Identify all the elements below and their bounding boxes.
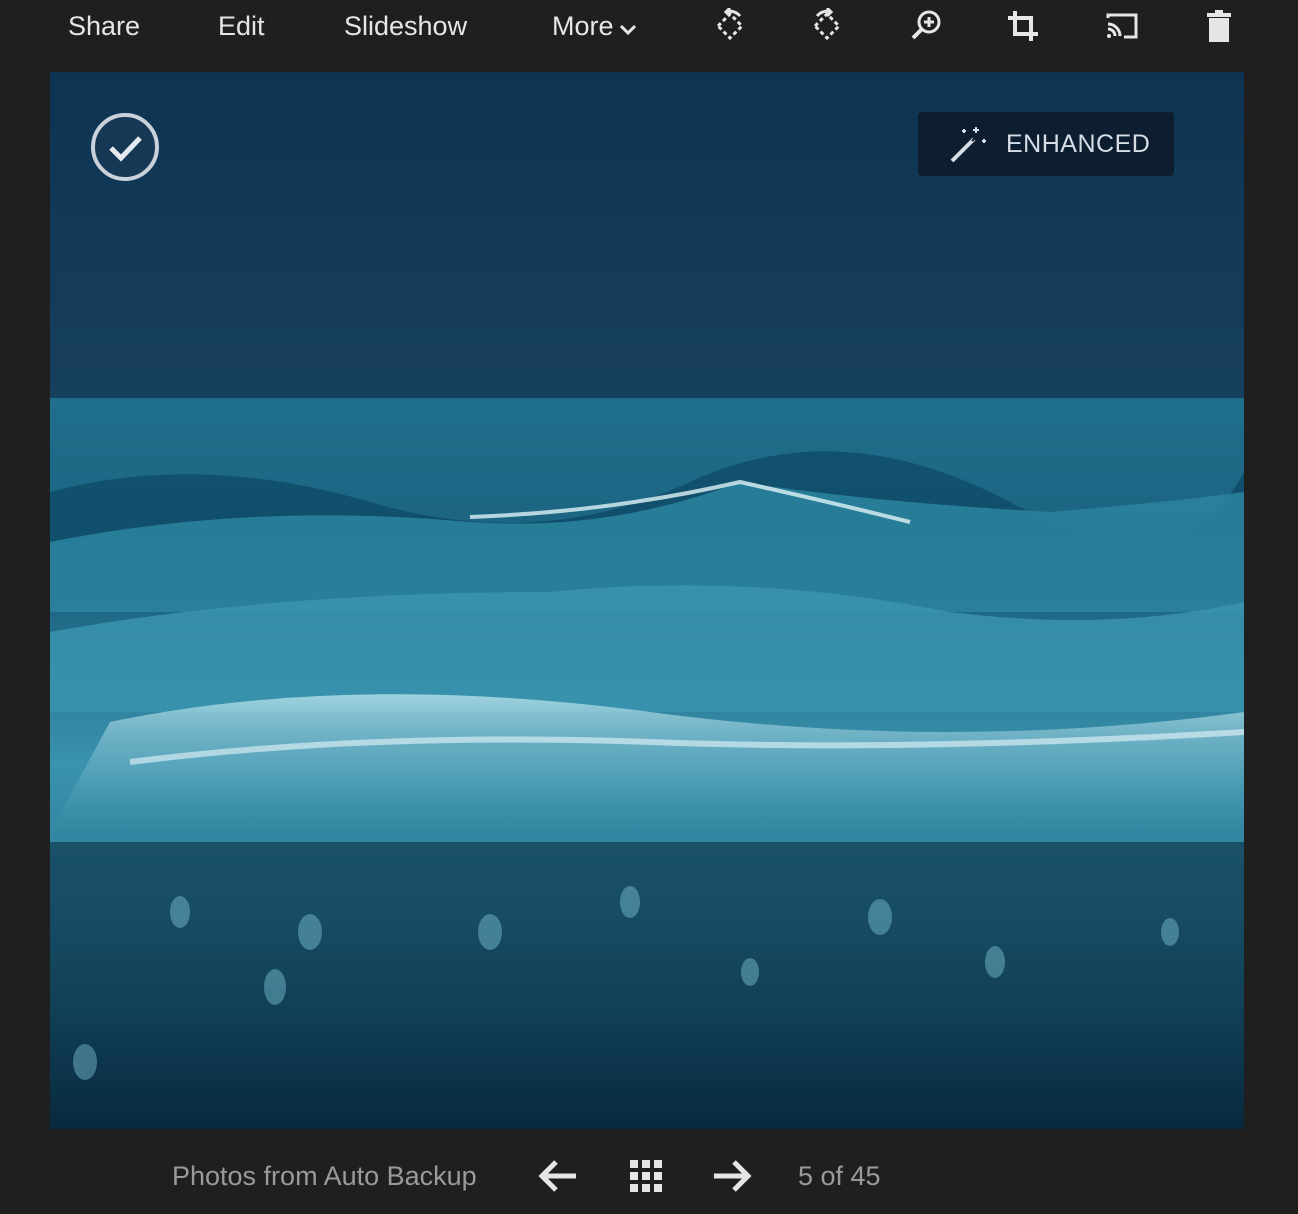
rotate-left-icon[interactable] xyxy=(708,4,752,48)
select-photo-checkbox[interactable] xyxy=(90,112,160,182)
photo-viewer[interactable]: ENHANCED xyxy=(50,72,1244,1129)
photo-counter: 5 of 45 xyxy=(798,1161,881,1191)
enhanced-badge[interactable]: ENHANCED xyxy=(918,112,1174,176)
album-link[interactable]: Photos from Auto Backup xyxy=(172,1156,477,1196)
edit-button[interactable]: Edit xyxy=(218,8,265,44)
top-toolbar: Share Edit Slideshow More xyxy=(0,0,1298,54)
cast-icon[interactable] xyxy=(1100,4,1144,48)
more-label: More xyxy=(552,11,614,41)
chevron-down-icon xyxy=(618,10,638,46)
more-menu-button[interactable]: More xyxy=(552,8,638,44)
ocean-photo xyxy=(50,72,1244,1129)
arrow-left-icon[interactable] xyxy=(534,1154,582,1198)
share-button[interactable]: Share xyxy=(68,8,140,44)
magic-wand-icon xyxy=(950,127,986,163)
enhanced-label: ENHANCED xyxy=(1006,129,1151,158)
arrow-right-icon[interactable] xyxy=(708,1154,756,1198)
bottom-bar: Photos from Auto Backup 5 of 45 xyxy=(0,1140,1298,1214)
slideshow-button[interactable]: Slideshow xyxy=(344,8,467,44)
crop-icon[interactable] xyxy=(1001,4,1045,48)
rotate-right-icon[interactable] xyxy=(805,4,849,48)
check-circle-icon xyxy=(91,113,159,181)
zoom-in-icon[interactable] xyxy=(904,4,948,48)
trash-icon[interactable] xyxy=(1197,4,1241,48)
grid-icon[interactable] xyxy=(622,1154,670,1198)
